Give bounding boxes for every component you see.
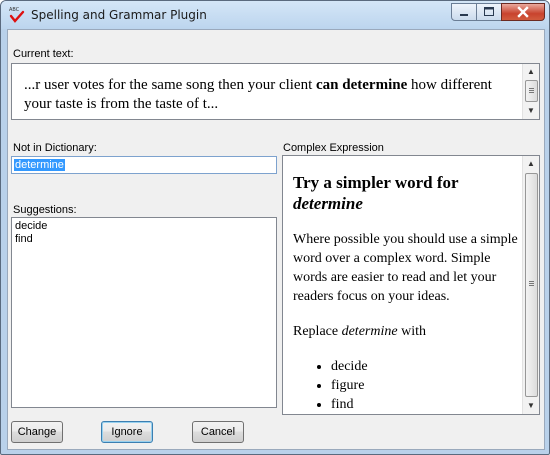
replace-word: determine — [341, 324, 398, 339]
cancel-button[interactable]: Cancel — [192, 421, 244, 443]
replacement-option: decide — [331, 357, 523, 376]
suggestions-list[interactable]: decide find — [11, 217, 277, 408]
suggestion-item[interactable]: find — [15, 233, 33, 245]
current-text-before: ...r user votes for the same song then y… — [24, 77, 317, 93]
scroll-down-icon[interactable]: ▼ — [523, 103, 539, 119]
abc-check-icon: ABC — [9, 7, 25, 23]
replace-suffix: with — [397, 324, 426, 339]
replacement-option: figure — [331, 376, 523, 395]
maximize-button[interactable] — [476, 3, 502, 21]
current-text-box[interactable]: ...r user votes for the same song then y… — [11, 63, 540, 120]
svg-text:ABC: ABC — [9, 7, 20, 13]
change-button[interactable]: Change — [11, 421, 63, 443]
current-text-label: Current text: — [13, 48, 74, 60]
close-button[interactable] — [501, 3, 545, 21]
window-title: Spelling and Grammar Plugin — [31, 8, 207, 22]
minimize-button[interactable] — [451, 3, 477, 21]
plugin-window: ABC Spelling and Grammar Plugin Current … — [0, 0, 550, 455]
replace-line: Replace determine with — [293, 322, 523, 341]
complex-expression-label: Complex Expression — [283, 142, 384, 154]
complex-expression-heading: Try a simpler word for determine — [293, 172, 523, 214]
not-in-dictionary-field[interactable]: determine — [11, 156, 277, 174]
scroll-up-icon[interactable]: ▲ — [523, 156, 539, 172]
complex-expression-panel[interactable]: Try a simpler word for determine Where p… — [282, 155, 540, 415]
replacement-options: decide figure find — [293, 357, 523, 414]
scroll-thumb[interactable] — [525, 80, 538, 102]
complex-expression-paragraph: Where possible you should use a simple w… — [293, 232, 518, 304]
ignore-button[interactable]: Ignore — [101, 421, 153, 443]
suggestions-label: Suggestions: — [13, 204, 77, 216]
scroll-down-icon[interactable]: ▼ — [523, 398, 539, 414]
heading-prefix: Try a simpler word for — [293, 173, 459, 192]
not-in-dictionary-label: Not in Dictionary: — [13, 142, 97, 154]
complex-expression-scrollbar[interactable]: ▲ ▼ — [522, 156, 539, 414]
dialog-body: Current text: ...r user votes for the sa… — [7, 29, 545, 450]
current-text-highlight: can determine — [316, 77, 408, 93]
complex-expression-content: Try a simpler word for determine Where p… — [293, 172, 523, 414]
replacement-option: find — [331, 395, 523, 414]
replace-prefix: Replace — [293, 324, 342, 339]
current-text-content: ...r user votes for the same song then y… — [24, 76, 504, 114]
scroll-up-icon[interactable]: ▲ — [523, 64, 539, 80]
maximize-icon — [484, 7, 494, 16]
title-bar[interactable]: ABC Spelling and Grammar Plugin — [1, 1, 549, 29]
current-text-scrollbar[interactable]: ▲ ▼ — [522, 64, 539, 119]
scroll-thumb[interactable] — [525, 173, 538, 397]
not-in-dictionary-value: determine — [14, 159, 65, 171]
close-icon — [517, 6, 529, 18]
minimize-icon — [460, 14, 468, 16]
heading-word: determine — [293, 194, 363, 213]
suggestion-item[interactable]: decide — [15, 220, 47, 232]
